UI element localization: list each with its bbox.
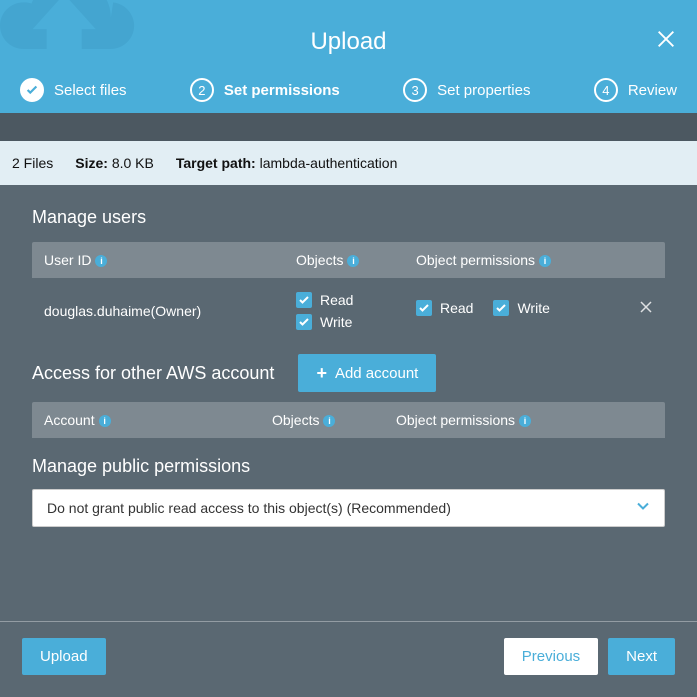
step-number: 4 [594, 78, 618, 102]
column-object-permissions: Object permissionsi [416, 252, 653, 268]
files-count: 2 Files [12, 155, 53, 171]
public-permissions-title: Manage public permissions [32, 456, 665, 477]
step-label: Set properties [437, 82, 530, 99]
column-objects: Objectsi [272, 412, 396, 428]
objects-cell: Read Write [296, 292, 416, 330]
column-user-id: User IDi [44, 252, 296, 268]
checkbox-icon [416, 300, 432, 316]
step-review[interactable]: 4 Review [594, 78, 677, 102]
info-icon[interactable]: i [95, 255, 107, 267]
manage-users-title: Manage users [32, 207, 665, 228]
other-account-section-header: Access for other AWS account + Add accou… [32, 354, 665, 392]
checkbox-write-objects[interactable]: Write [296, 314, 416, 330]
accounts-table-header: Accounti Objectsi Object permissionsi [32, 402, 665, 438]
checkbox-icon [296, 292, 312, 308]
info-icon[interactable]: i [539, 255, 551, 267]
close-icon [639, 300, 653, 314]
column-objects: Objectsi [296, 252, 416, 268]
header-shadow [0, 113, 697, 141]
step-select-files[interactable]: Select files [20, 78, 127, 102]
step-label: Review [628, 82, 677, 99]
size-info: Size: 8.0 KB [75, 155, 154, 171]
checkbox-icon [296, 314, 312, 330]
remove-user-button[interactable] [639, 300, 653, 322]
upload-button[interactable]: Upload [22, 638, 106, 675]
permissions-cell: Read Write [416, 300, 653, 322]
next-button[interactable]: Next [608, 638, 675, 675]
other-account-title: Access for other AWS account [32, 363, 274, 384]
step-set-properties[interactable]: 3 Set properties [403, 78, 530, 102]
step-label: Set permissions [224, 82, 340, 99]
step-label: Select files [54, 82, 127, 99]
user-id-cell: douglas.duhaime(Owner) [44, 303, 296, 319]
plus-icon: + [316, 364, 327, 382]
info-icon[interactable]: i [519, 415, 531, 427]
users-table-header: User IDi Objectsi Object permissionsi [32, 242, 665, 278]
previous-button[interactable]: Previous [504, 638, 598, 675]
step-number: 2 [190, 78, 214, 102]
close-icon [655, 28, 677, 50]
dialog-footer: Upload Previous Next [0, 621, 697, 697]
step-set-permissions[interactable]: 2 Set permissions [190, 78, 340, 102]
check-icon [20, 78, 44, 102]
checkbox-read-perms[interactable]: Read [416, 300, 473, 316]
wizard-steps: Select files 2 Set permissions 3 Set pro… [0, 78, 697, 102]
public-permissions-select[interactable]: Do not grant public read access to this … [33, 490, 664, 526]
column-object-permissions: Object permissionsi [396, 412, 653, 428]
target-path: Target path: lambda-authentication [176, 155, 398, 171]
close-button[interactable] [655, 28, 677, 55]
upload-summary-bar: 2 Files Size: 8.0 KB Target path: lambda… [0, 141, 697, 185]
column-account: Accounti [44, 412, 272, 428]
info-icon[interactable]: i [99, 415, 111, 427]
dialog-header: Upload Select files 2 Set permissions 3 … [0, 0, 697, 113]
public-permissions-select-wrap: Do not grant public read access to this … [32, 489, 665, 527]
dialog-content: Manage users User IDi Objectsi Object pe… [0, 185, 697, 527]
checkbox-icon [493, 300, 509, 316]
cloud-upload-icon [0, 0, 140, 75]
checkbox-write-perms[interactable]: Write [493, 300, 549, 316]
checkbox-read-objects[interactable]: Read [296, 292, 416, 308]
user-row: douglas.duhaime(Owner) Read Write Read W… [32, 278, 665, 344]
add-account-button[interactable]: + Add account [298, 354, 436, 392]
info-icon[interactable]: i [347, 255, 359, 267]
step-number: 3 [403, 78, 427, 102]
info-icon[interactable]: i [323, 415, 335, 427]
